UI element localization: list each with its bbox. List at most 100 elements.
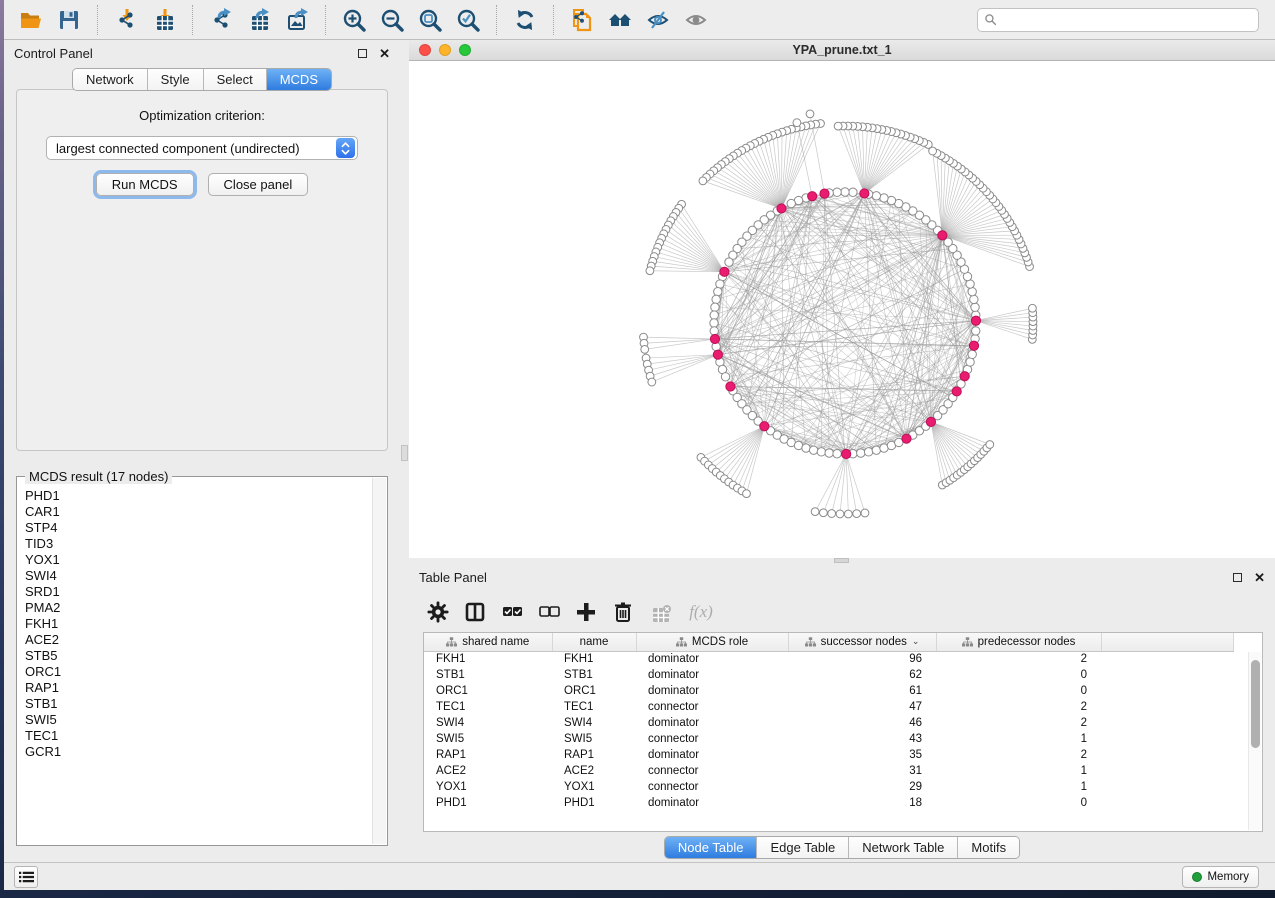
graph-node[interactable] [714,287,722,295]
graph-hub-node[interactable] [969,341,978,350]
refresh-icon[interactable] [510,5,540,35]
graph-leaf-node[interactable] [793,119,801,127]
panel-menu-button[interactable] [14,866,38,888]
graph-hub-node[interactable] [720,267,729,276]
vertical-splitter[interactable] [400,40,409,862]
save-icon[interactable] [54,5,84,35]
graph-node[interactable] [809,446,817,454]
graph-leaf-node[interactable] [836,510,844,518]
table-row[interactable]: ACE2ACE2connector311 [424,763,1233,779]
table-close-panel-icon[interactable]: ✕ [1254,571,1265,584]
graph-hub-node[interactable] [926,417,935,426]
graph-leaf-node[interactable] [646,267,654,275]
graph-hub-node[interactable] [860,189,869,198]
mcds-result-item[interactable]: PHD1 [25,488,386,504]
table-scrollbar-thumb[interactable] [1251,660,1260,748]
graph-node[interactable] [968,350,976,358]
mcds-result-item[interactable]: GCR1 [25,744,386,760]
table-row[interactable]: ORC1ORC1dominator610 [424,683,1233,699]
mcds-result-item[interactable]: ORC1 [25,664,386,680]
graph-node[interactable] [711,303,719,311]
table-row[interactable]: SWI4SWI4dominator462 [424,715,1233,731]
graph-hub-node[interactable] [902,434,911,443]
table-row[interactable]: SWI5SWI5connector431 [424,731,1233,747]
column-header-predecessor-nodes[interactable]: predecessor nodes [936,633,1101,651]
graph-leaf-node[interactable] [986,441,994,449]
table-scrollbar[interactable] [1248,652,1261,830]
graph-leaf-node[interactable] [853,510,861,518]
graph-node[interactable] [972,327,980,335]
settings-icon[interactable] [423,598,453,626]
graph-leaf-node[interactable] [828,510,836,518]
graph-node[interactable] [872,446,880,454]
graph-leaf-node[interactable] [743,490,751,498]
mcds-result-item[interactable]: TEC1 [25,728,386,744]
float-panel-icon[interactable] [358,49,367,58]
graph-hub-node[interactable] [820,189,829,198]
graph-leaf-node[interactable] [819,509,827,517]
delete-row-icon[interactable] [608,598,638,626]
graph-leaf-node[interactable] [648,378,656,386]
network-window-titlebar[interactable]: YPA_prune.txt_1 [409,40,1275,61]
graph-hub-node[interactable] [808,192,817,201]
graph-node[interactable] [787,199,795,207]
import-network-icon[interactable] [111,5,141,35]
graph-node[interactable] [880,194,888,202]
column-header-shared-name[interactable]: shared name [424,633,552,651]
table-row[interactable]: RAP1RAP1dominator352 [424,747,1233,763]
graph-node[interactable] [721,373,729,381]
mcds-result-item[interactable]: FKH1 [25,616,386,632]
mcds-result-item[interactable]: YOX1 [25,552,386,568]
graph-node[interactable] [725,258,733,266]
zoom-fit-icon[interactable] [415,5,445,35]
mcds-list-scrollbar[interactable] [372,478,386,844]
add-row-icon[interactable] [571,598,601,626]
optimization-criterion-dropdown[interactable]: largest connected component (undirected) [46,136,358,160]
table-float-panel-icon[interactable] [1233,573,1242,582]
tab-network-table[interactable]: Network Table [849,837,958,858]
mcds-result-item[interactable]: SRD1 [25,584,386,600]
graph-leaf-node[interactable] [834,122,842,130]
graph-node[interactable] [710,319,718,327]
graph-leaf-node[interactable] [699,177,707,185]
mcds-result-list[interactable]: PHD1CAR1STP4TID3YOX1SWI4SRD1PMA2FKH1ACE2… [18,478,386,844]
graph-node[interactable] [817,448,825,456]
network-graph[interactable] [409,61,1275,558]
graph-leaf-node[interactable] [806,110,814,118]
home-icon[interactable] [605,5,635,35]
graph-node[interactable] [841,188,849,196]
tab-select[interactable]: Select [204,69,267,90]
table-row[interactable]: YOX1YOX1connector291 [424,779,1233,795]
graph-hub-node[interactable] [971,316,980,325]
mcds-result-item[interactable]: STB1 [25,696,386,712]
graph-leaf-node[interactable] [641,345,649,353]
graph-node[interactable] [971,303,979,311]
columns-icon[interactable] [460,598,490,626]
column-header-name[interactable]: name [552,633,636,651]
mcds-result-item[interactable]: CAR1 [25,504,386,520]
search-box[interactable] [977,8,1259,32]
table-row[interactable]: FKH1FKH1dominator962 [424,651,1233,667]
graph-leaf-node[interactable] [844,510,852,518]
graph-node[interactable] [966,358,974,366]
graph-node[interactable] [825,449,833,457]
hide-graphics-icon[interactable] [643,5,673,35]
tab-mcds[interactable]: MCDS [267,69,331,90]
export-image-icon[interactable] [282,5,312,35]
mcds-result-item[interactable]: STB5 [25,648,386,664]
mcds-result-item[interactable]: SWI5 [25,712,386,728]
mcds-result-item[interactable]: SWI4 [25,568,386,584]
import-table-icon[interactable] [149,5,179,35]
export-network-icon[interactable] [206,5,236,35]
mcds-result-item[interactable]: TID3 [25,536,386,552]
run-mcds-button[interactable]: Run MCDS [96,173,194,196]
table-row[interactable]: PHD1PHD1dominator180 [424,795,1233,811]
deselect-all-icon[interactable] [534,598,564,626]
graph-node[interactable] [710,327,718,335]
graph-node[interactable] [802,444,810,452]
graph-leaf-node[interactable] [929,147,937,155]
search-input[interactable] [1002,13,1252,27]
graph-node[interactable] [710,311,718,319]
horizontal-splitter-grip[interactable] [834,558,849,563]
horizontal-splitter[interactable] [409,558,1275,564]
